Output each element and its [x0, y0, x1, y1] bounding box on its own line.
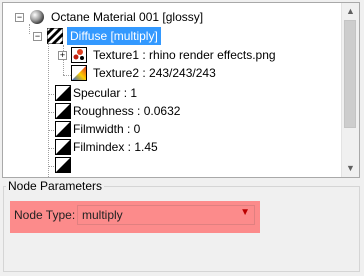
tree-node-label: Filmindex : 1.45: [73, 140, 158, 154]
float-ramp-icon: [55, 139, 71, 155]
node-type-dropdown[interactable]: multiply ▼: [77, 205, 255, 225]
collapse-icon[interactable]: −: [15, 13, 24, 22]
tree-node-filmwidth[interactable]: Filmwidth : 0: [55, 120, 335, 138]
tree-node-root[interactable]: − Octane Material 001 [glossy]: [13, 8, 333, 26]
collapse-icon[interactable]: −: [33, 32, 42, 41]
checker-icon: [47, 28, 63, 44]
expand-icon[interactable]: +: [58, 51, 67, 60]
sphere-icon: [30, 10, 44, 24]
chevron-down-icon[interactable]: ▼: [240, 207, 250, 218]
tree-node-texture1[interactable]: + Texture1 : rhino render effects.png: [55, 46, 345, 64]
tree-node-label: Filmwidth : 0: [73, 122, 141, 136]
scrollbar-thumb[interactable]: [344, 20, 356, 128]
float-ramp-icon: [55, 121, 71, 137]
node-parameters-title: Node Parameters: [6, 178, 105, 194]
tree-node-texture2[interactable]: Texture2 : 243/243/243: [55, 64, 345, 82]
vertical-scrollbar[interactable]: ▲ ▼: [341, 3, 359, 177]
tree-node-label-selected: Diffuse [multiply]: [67, 27, 161, 45]
scroll-up-arrow-icon[interactable]: ▲: [342, 3, 359, 20]
image-texture-icon: [71, 47, 87, 63]
tree-node-label: Specular : 1: [73, 86, 138, 100]
tree-node-roughness[interactable]: Roughness : 0.0632: [55, 102, 335, 120]
tree-node-label: Texture2 : 243/243/243: [93, 66, 216, 80]
tree-connector: [48, 43, 49, 177]
tree-node-label: Octane Material 001 [glossy]: [51, 10, 204, 24]
tree-node-filmindex[interactable]: Filmindex : 1.45: [55, 138, 335, 156]
scroll-down-arrow-icon[interactable]: ▼: [342, 160, 359, 177]
float-ramp-icon: [55, 157, 71, 173]
tree-node-diffuse[interactable]: − Diffuse [multiply]: [31, 27, 331, 45]
node-type-label: Node Type:: [14, 208, 76, 222]
material-tree[interactable]: − Octane Material 001 [glossy] − Diffuse…: [2, 2, 360, 178]
color-texture-icon: [71, 65, 87, 81]
tree-node-label: Texture1 : rhino render effects.png: [93, 48, 276, 62]
tree-node-specular[interactable]: Specular : 1: [55, 84, 335, 102]
tree-node-partial[interactable]: [55, 156, 85, 174]
node-type-value: multiply: [82, 208, 123, 222]
float-ramp-icon: [55, 103, 71, 119]
float-ramp-icon: [55, 85, 71, 101]
tree-node-label: Roughness : 0.0632: [73, 104, 181, 118]
